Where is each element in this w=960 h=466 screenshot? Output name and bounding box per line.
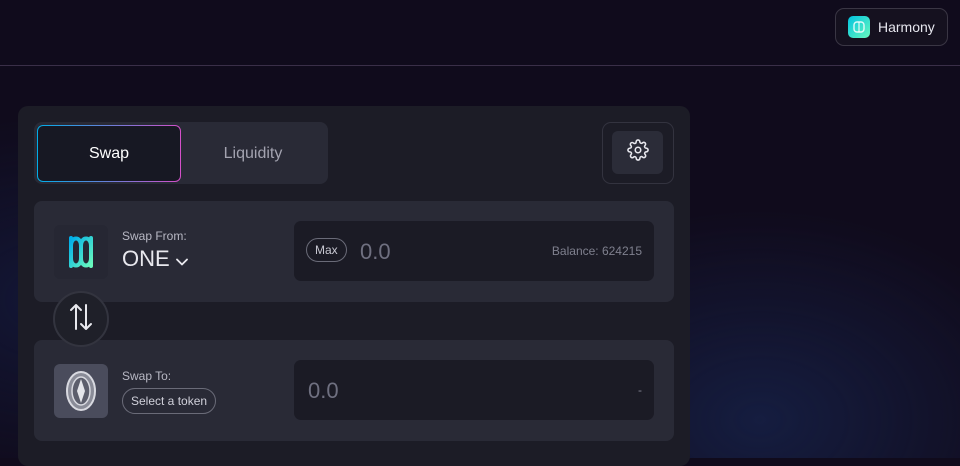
amount-box-to: - xyxy=(294,360,654,420)
swap-from-panel: Swap From: ONE Max Balance: 624215 xyxy=(34,201,674,302)
network-button[interactable]: Harmony xyxy=(835,8,948,46)
settings-frame xyxy=(602,122,674,184)
balance-text-to: - xyxy=(638,383,642,397)
swap-to-label: Swap To: xyxy=(122,369,172,383)
top-bar: Harmony xyxy=(0,0,960,66)
chevron-down-icon xyxy=(175,246,188,272)
amount-box-from: Max Balance: 624215 xyxy=(294,221,654,281)
swap-from-label: Swap From: xyxy=(122,229,187,243)
amount-input-to[interactable] xyxy=(306,376,470,406)
max-button[interactable]: Max xyxy=(306,238,347,262)
balance-text: Balance: 624215 xyxy=(551,244,642,258)
tab-swap[interactable]: Swap xyxy=(37,125,181,182)
harmony-one-icon xyxy=(54,225,108,279)
token-symbol: ONE xyxy=(122,246,170,271)
placeholder-token-icon xyxy=(54,364,108,418)
select-token-button[interactable]: Select a token xyxy=(122,388,217,414)
token-select-from[interactable]: ONE xyxy=(122,246,188,272)
tab-liquidity[interactable]: Liquidity xyxy=(181,125,325,182)
harmony-network-icon xyxy=(848,16,870,38)
swap-arrows-icon xyxy=(68,302,94,337)
amount-input-from[interactable] xyxy=(358,237,522,267)
swap-to-panel: Swap To: Select a token - xyxy=(34,340,674,441)
gear-icon xyxy=(626,139,649,166)
network-label: Harmony xyxy=(878,19,935,35)
tab-group: Swap Liquidity xyxy=(34,122,328,184)
swap-direction-button[interactable] xyxy=(53,291,109,347)
swap-card: Swap Liquidity Swap From: ONE Max 0.0 Ba… xyxy=(18,106,690,466)
settings-button[interactable] xyxy=(612,131,663,174)
